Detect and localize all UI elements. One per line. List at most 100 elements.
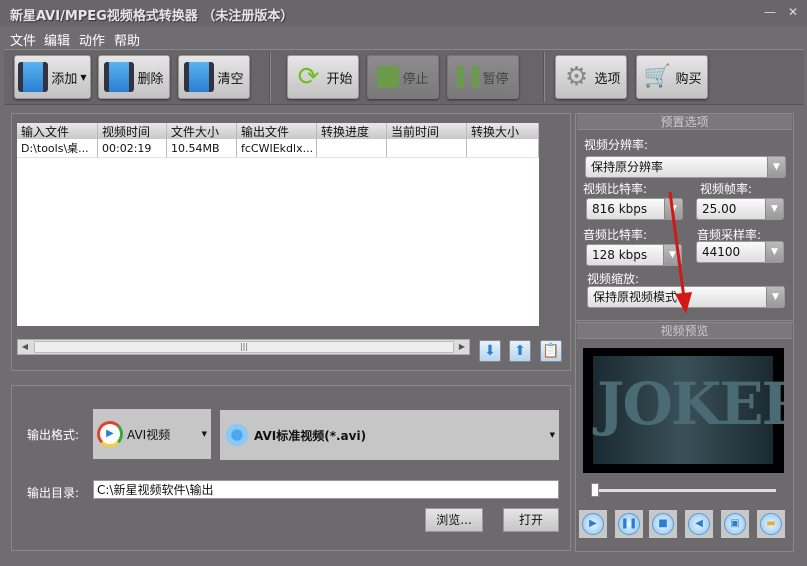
chevron-down-icon: ▼ — [766, 287, 784, 307]
menu-action[interactable]: 动作 — [79, 30, 105, 49]
resolution-label: 视频分辨率: — [584, 138, 649, 152]
framerate-label: 视频帧率: — [700, 182, 753, 196]
snapshot-button[interactable]: ▣ — [721, 510, 749, 538]
clear-label: 清空 — [217, 71, 244, 87]
close-button[interactable]: ✕ — [785, 4, 801, 20]
window-title: 新星AVI/MPEG视频格式转换器 （未注册版本） — [10, 9, 294, 24]
table-header: 输入文件 视频时间 文件大小 输出文件 转换进度 当前时间 转换大小 — [17, 123, 539, 139]
film-clear-icon — [184, 62, 215, 92]
output-dir-input[interactable]: C:\新星视频软件\输出 — [93, 480, 559, 499]
browse-button[interactable]: 浏览... — [425, 508, 483, 532]
frame-text: JOKER — [597, 370, 784, 438]
pause-icon — [457, 66, 480, 88]
cell — [387, 139, 467, 157]
arrow-down-icon: ⬇ — [484, 343, 496, 359]
play-icon: ▶ — [582, 513, 604, 535]
output-format-label: 输出格式: — [27, 428, 80, 442]
refresh-icon: ⟳ — [297, 62, 320, 92]
col-current-time[interactable]: 当前时间 — [387, 123, 467, 139]
audio-bitrate-value: 128 kbps — [592, 248, 648, 262]
samplerate-value: 44100 — [702, 245, 741, 259]
resolution-select[interactable]: 保持原分辨率 ▼ — [585, 156, 786, 178]
toolbar-divider — [269, 52, 271, 102]
stop-icon — [377, 66, 400, 88]
options-label: 选项 — [594, 71, 621, 87]
chevron-down-icon: ▼ — [80, 72, 87, 82]
cart-icon: 🛒 — [643, 64, 672, 89]
presets-header: 预置选项 — [577, 114, 792, 130]
format-select[interactable]: ▶ AVI视频 ▼ — [93, 409, 211, 459]
options-button[interactable]: ⚙ 选项 — [555, 55, 627, 99]
scroll-left-icon[interactable]: ◀ — [18, 340, 32, 354]
arrow-up-icon: ⬆ — [514, 343, 526, 359]
film-add-icon — [18, 62, 49, 92]
pause-button[interactable]: 暂停 — [447, 55, 519, 99]
minimize-button[interactable]: — — [762, 4, 778, 20]
framerate-select[interactable]: 25.00 ▼ — [696, 198, 784, 220]
seek-handle[interactable] — [591, 483, 599, 497]
video-bitrate-label: 视频比特率: — [583, 182, 648, 196]
scroll-right-icon[interactable]: ▶ — [455, 340, 469, 354]
horizontal-scrollbar[interactable]: ◀ ||| ▶ — [17, 339, 470, 355]
clear-button[interactable]: 清空 — [178, 55, 250, 99]
add-button[interactable]: 添加 ▼ — [14, 55, 91, 99]
pause-label: 暂停 — [482, 71, 509, 87]
seek-slider[interactable] — [591, 483, 776, 497]
menu-edit[interactable]: 编辑 — [44, 30, 70, 49]
video-bitrate-value: 816 kbps — [592, 202, 648, 216]
samplerate-select[interactable]: 44100 ▼ — [696, 241, 784, 263]
speaker-icon: ◀ — [688, 513, 710, 535]
profile-select[interactable]: AVI标准视频(*.avi) ▼ — [220, 410, 559, 460]
cell — [467, 139, 539, 157]
chevron-down-icon: ▼ — [549, 431, 555, 439]
menu-help[interactable]: 帮助 — [114, 30, 140, 49]
menu-file[interactable]: 文件 — [10, 30, 36, 49]
delete-button[interactable]: 删除 — [98, 55, 170, 99]
output-dir-label: 输出目录: — [27, 486, 80, 500]
media-player-icon: ▶ — [97, 421, 123, 447]
film-delete-icon — [104, 62, 135, 92]
audio-bitrate-label: 音频比特率: — [583, 228, 648, 242]
profile-value: AVI标准视频(*.avi) — [254, 428, 367, 443]
start-button[interactable]: ⟳ 开始 — [287, 55, 359, 99]
open-button[interactable]: 打开 — [503, 508, 559, 532]
move-down-button[interactable]: ⬇ — [479, 340, 501, 362]
delete-label: 删除 — [137, 71, 164, 87]
stop-preview-button[interactable]: ■ — [649, 510, 677, 538]
chevron-down-icon: ▼ — [765, 199, 783, 219]
col-converted-size[interactable]: 转换大小 — [467, 123, 539, 139]
pause-icon: ❚❚ — [618, 513, 640, 535]
preview-header: 视频预览 — [577, 323, 792, 339]
col-file-size[interactable]: 文件大小 — [167, 123, 237, 139]
cell: 10.54MB — [167, 139, 237, 157]
col-input-file[interactable]: 输入文件 — [17, 123, 98, 139]
paste-button[interactable]: 📋 — [540, 340, 562, 362]
toolbar-divider — [543, 52, 545, 102]
stop-button[interactable]: 停止 — [367, 55, 439, 99]
scroll-thumb[interactable]: ||| — [34, 341, 454, 353]
cell: fcCWIEkdlx... — [237, 139, 317, 157]
col-output-file[interactable]: 输出文件 — [237, 123, 317, 139]
start-label: 开始 — [326, 71, 353, 87]
cell: 00:02:19 — [98, 139, 167, 157]
camera-icon: ▣ — [724, 513, 746, 535]
clipboard-icon: 📋 — [542, 343, 560, 359]
volume-button[interactable]: ◀ — [685, 510, 713, 538]
open-folder-button[interactable]: ▬ — [757, 510, 785, 538]
video-preview: JOKER — [583, 348, 784, 473]
file-table[interactable]: 输入文件 视频时间 文件大小 输出文件 转换进度 当前时间 转换大小 D:\to… — [17, 123, 539, 326]
scale-label: 视频缩放: — [587, 272, 640, 286]
folder-icon: ▬ — [760, 513, 782, 535]
framerate-value: 25.00 — [702, 202, 737, 216]
stop-label: 停止 — [402, 71, 429, 87]
table-row[interactable]: D:\tools\桌... 00:02:19 10.54MB fcCWIEkdl… — [17, 139, 539, 158]
buy-label: 购买 — [675, 71, 702, 87]
play-button[interactable]: ▶ — [579, 510, 607, 538]
move-up-button[interactable]: ⬆ — [509, 340, 531, 362]
cell — [317, 139, 387, 157]
col-video-time[interactable]: 视频时间 — [98, 123, 167, 139]
pause-preview-button[interactable]: ❚❚ — [615, 510, 643, 538]
buy-button[interactable]: 🛒 购买 — [636, 55, 708, 99]
col-progress[interactable]: 转换进度 — [317, 123, 387, 139]
cell: D:\tools\桌... — [17, 139, 98, 157]
